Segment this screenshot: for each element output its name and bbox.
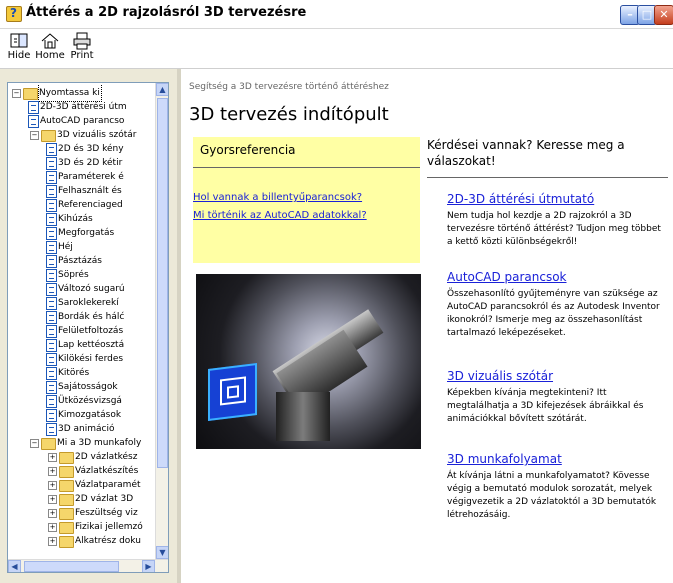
open-folder-icon [23, 88, 38, 100]
expand-icon[interactable]: + [48, 481, 57, 490]
expand-icon[interactable]: + [48, 495, 57, 504]
scroll-up-icon[interactable]: ▲ [156, 83, 168, 96]
section-link-migration-guide[interactable]: 2D-3D áttérési útmutató [447, 192, 594, 206]
page-icon [46, 283, 57, 296]
close-button[interactable]: ✕ [654, 5, 673, 25]
home-icon [41, 33, 59, 49]
hide-label: Hide [7, 50, 31, 61]
question-divider [427, 177, 668, 178]
collapse-icon[interactable]: − [12, 89, 21, 98]
quick-link-shortcuts[interactable]: Hol vannak a billentyűparancsok? [193, 192, 362, 203]
section-link-3d-workflow[interactable]: 3D munkafolyamat [447, 452, 562, 466]
section-text-autocad-commands: Összehasonlító gyűjteményre van szüksége… [447, 289, 660, 338]
page-icon [46, 395, 57, 408]
folder-icon [59, 536, 74, 548]
hide-button[interactable]: Hide [4, 32, 34, 66]
navigation-pane: − Nyomtassa ki 2D-3D áttérési útm AutoCAD p… [0, 69, 177, 583]
collapse-icon[interactable]: − [30, 131, 39, 140]
hero-image [196, 274, 421, 449]
collapse-icon[interactable]: − [30, 439, 39, 448]
page-icon [46, 241, 57, 254]
printer-icon [73, 32, 91, 50]
expand-icon[interactable]: + [48, 523, 57, 532]
blueprint-screen-icon [208, 362, 257, 422]
help-window: Áttérés a 2D rajzolásról 3D tervezésre –… [0, 0, 673, 583]
page-icon [46, 381, 57, 394]
section-text-visual-dictionary: Képekben kívánja megtekinteni? Itt megta… [447, 388, 644, 424]
content-pane: Segítség a 3D tervezésre történő áttérés… [181, 69, 673, 583]
page-icon [28, 101, 39, 114]
window-title: Áttérés a 2D rajzolásról 3D tervezésre [26, 5, 307, 20]
page-icon [46, 325, 57, 338]
expand-icon[interactable]: + [48, 453, 57, 462]
title-bar[interactable]: Áttérés a 2D rajzolásról 3D tervezésre –… [0, 0, 673, 29]
page-icon [46, 269, 57, 282]
folder-icon [59, 494, 74, 506]
expand-icon[interactable]: + [48, 509, 57, 518]
page-icon [28, 115, 39, 128]
beam-post [276, 392, 330, 441]
breadcrumb: Segítség a 3D tervezésre történő áttérés… [189, 82, 389, 92]
folder-icon [59, 452, 74, 464]
tree-item-label: Alkatrész doku [75, 536, 141, 546]
quick-reference-panel: Gyorsreferencia Hol vannak a billentyűpa… [193, 137, 420, 263]
page-icon [46, 297, 57, 310]
tree-vertical-scrollbar[interactable]: ▲ ▼ [155, 83, 168, 559]
page-icon [46, 227, 57, 240]
scroll-right-icon[interactable]: ▶ [142, 560, 155, 572]
hide-icon [10, 33, 28, 48]
folder-icon [59, 480, 74, 492]
tree-horizontal-scrollbar[interactable]: ◀ ▶ [8, 559, 168, 572]
open-folder-icon [41, 130, 56, 142]
expand-icon[interactable]: + [48, 467, 57, 476]
help-icon [6, 6, 22, 22]
page-icon [46, 353, 57, 366]
section-text-migration-guide: Nem tudja hol kezdje a 2D rajzokról a 3D… [447, 211, 661, 247]
question-heading: Kérdései vannak? Keresse meg a válaszoka… [427, 138, 625, 168]
page-icon [46, 171, 57, 184]
horizontal-scroll-thumb[interactable] [24, 561, 119, 572]
page-icon [46, 423, 57, 436]
section-text-3d-workflow: Át kívánja látni a munkafolyamatot? Köve… [447, 471, 657, 520]
close-icon: ✕ [659, 8, 669, 21]
scroll-left-icon[interactable]: ◀ [8, 560, 21, 572]
print-label: Print [70, 50, 94, 61]
folder-icon [59, 508, 74, 520]
home-button[interactable]: Home [35, 32, 65, 66]
page-icon [46, 157, 57, 170]
home-label: Home [35, 50, 65, 61]
print-button[interactable]: Print [67, 32, 97, 66]
quick-reference-divider [193, 167, 420, 168]
expand-icon[interactable]: + [48, 537, 57, 546]
toolbar: Hide Home Print [0, 29, 673, 69]
quick-reference-title: Gyorsreferencia [200, 143, 296, 157]
quick-link-autocad-data[interactable]: Mi történik az AutoCAD adatokkal? [193, 210, 367, 221]
page-icon [46, 143, 57, 156]
folder-icon [59, 466, 74, 478]
page-icon [46, 409, 57, 422]
scroll-thumb[interactable] [157, 98, 168, 468]
page-icon [46, 367, 57, 380]
open-folder-icon [41, 438, 56, 450]
section-link-visual-dictionary[interactable]: 3D vizuális szótár [447, 369, 553, 383]
page-icon [46, 185, 57, 198]
section-link-autocad-commands[interactable]: AutoCAD parancsok [447, 270, 567, 284]
scroll-down-icon[interactable]: ▼ [156, 546, 168, 559]
contents-tree-frame: − Nyomtassa ki 2D-3D áttérési útm AutoCAD p… [7, 82, 169, 573]
page-icon [46, 199, 57, 212]
page-icon [46, 213, 57, 226]
page-icon [46, 255, 57, 268]
page-title: 3D tervezés indítópult [189, 104, 389, 125]
page-icon [46, 339, 57, 352]
page-icon [46, 311, 57, 324]
contents-tree: − Nyomtassa ki 2D-3D áttérési útm AutoCAD p… [8, 85, 154, 559]
folder-icon [59, 522, 74, 534]
